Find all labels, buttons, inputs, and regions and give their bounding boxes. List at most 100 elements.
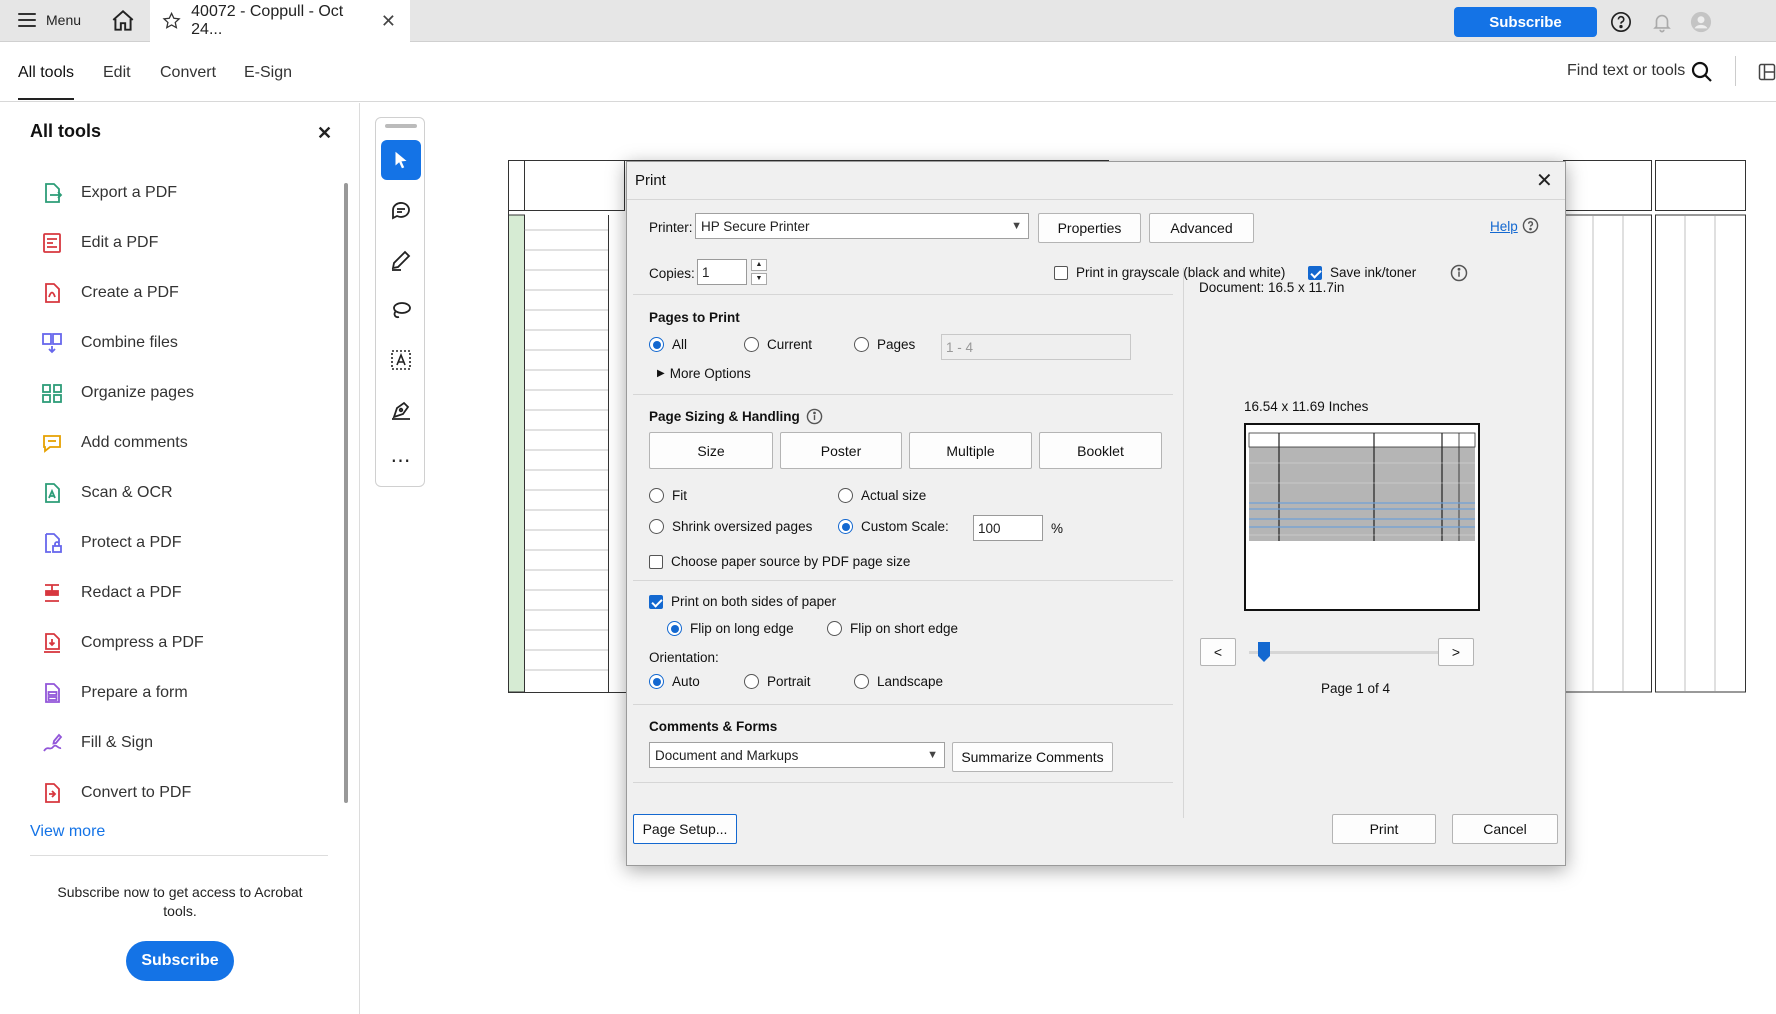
view-more-link[interactable]: View more: [30, 823, 105, 841]
pages-range-input[interactable]: 1 - 4: [941, 334, 1131, 360]
flip-short-radio[interactable]: [827, 621, 842, 636]
both-sides-checkbox[interactable]: [649, 594, 663, 609]
help-circle-icon[interactable]: [1522, 217, 1539, 234]
panel-layout-icon[interactable]: [1757, 62, 1776, 82]
multiple-tab-button[interactable]: Multiple: [909, 432, 1032, 469]
paper-source-option[interactable]: Choose paper source by PDF page size: [649, 554, 910, 569]
copies-down-icon[interactable]: ▼: [751, 273, 767, 285]
size-tab-button[interactable]: Size: [649, 432, 773, 469]
star-icon[interactable]: [162, 11, 181, 31]
advanced-button[interactable]: Advanced: [1149, 213, 1254, 243]
close-dialog-icon[interactable]: ✕: [1536, 168, 1553, 193]
actual-size-radio[interactable]: [838, 488, 853, 503]
help-link[interactable]: Help: [1490, 219, 1518, 234]
more-options-toggle[interactable]: ▶ More Options: [657, 366, 751, 381]
copies-stepper[interactable]: ▲ ▼: [751, 259, 767, 285]
preview-next-button[interactable]: >: [1438, 638, 1474, 666]
highlight-tool-button[interactable]: [381, 240, 421, 280]
tool-redact-pdf[interactable]: Redact a PDF: [40, 581, 181, 605]
copies-label: Copies:: [649, 266, 695, 281]
copies-input[interactable]: 1: [697, 259, 747, 285]
select-tool-button[interactable]: [381, 140, 421, 180]
tab-all-tools[interactable]: All tools: [18, 64, 75, 100]
actual-size-option[interactable]: Actual size: [838, 488, 926, 503]
tool-edit-pdf[interactable]: Edit a PDF: [40, 231, 158, 255]
tool-compress-pdf[interactable]: Compress a PDF: [40, 631, 204, 655]
custom-scale-input[interactable]: 100: [973, 515, 1043, 541]
custom-scale-radio[interactable]: [838, 519, 853, 534]
grayscale-checkbox[interactable]: [1054, 265, 1068, 280]
fit-option[interactable]: Fit: [649, 488, 687, 503]
panel-scrollbar[interactable]: [344, 183, 348, 803]
orientation-landscape-option[interactable]: Landscape: [854, 674, 943, 689]
flip-long-option[interactable]: Flip on long edge: [667, 621, 794, 636]
flip-long-radio[interactable]: [667, 621, 682, 636]
tool-create-pdf[interactable]: Create a PDF: [40, 281, 179, 305]
menu-button[interactable]: Menu: [18, 12, 81, 28]
home-icon[interactable]: [110, 8, 136, 34]
tool-add-comments[interactable]: Add comments: [40, 431, 188, 455]
printer-select[interactable]: HP Secure Printer ▼: [695, 213, 1029, 239]
preview-prev-button[interactable]: <: [1200, 638, 1236, 666]
comment-tool-button[interactable]: [381, 190, 421, 230]
tool-scan-ocr[interactable]: Scan & OCR: [40, 481, 173, 505]
properties-button[interactable]: Properties: [1038, 213, 1141, 243]
tool-organize-pages[interactable]: Organize pages: [40, 381, 194, 405]
both-sides-option[interactable]: Print on both sides of paper: [649, 594, 836, 609]
document-tab[interactable]: 40072 - Coppull - Oct 24... ✕: [150, 0, 410, 42]
panel-subscribe-button[interactable]: Subscribe: [126, 941, 234, 981]
tool-protect-pdf[interactable]: Protect a PDF: [40, 531, 181, 555]
pages-range-radio[interactable]: [854, 337, 869, 352]
close-tab-icon[interactable]: ✕: [381, 11, 396, 32]
pages-current-option[interactable]: Current: [744, 337, 812, 352]
pages-all-option[interactable]: All: [649, 337, 687, 352]
page-slider-thumb[interactable]: [1257, 641, 1271, 663]
page-slider-track[interactable]: [1249, 651, 1439, 654]
find-text-label[interactable]: Find text or tools: [1567, 62, 1685, 80]
tab-convert[interactable]: Convert: [160, 64, 216, 82]
more-tools-icon[interactable]: ⋯: [381, 440, 421, 480]
copies-up-icon[interactable]: ▲: [751, 259, 767, 271]
cancel-button[interactable]: Cancel: [1452, 814, 1558, 844]
notification-bell-icon[interactable]: [1651, 11, 1673, 33]
tool-export-pdf[interactable]: Export a PDF: [40, 181, 177, 205]
tab-e-sign[interactable]: E-Sign: [244, 64, 292, 82]
sizing-info-icon[interactable]: [806, 408, 823, 425]
tool-prepare-form[interactable]: Prepare a form: [40, 681, 188, 705]
paper-size-label: 16.54 x 11.69 Inches: [1244, 399, 1369, 414]
shrink-option[interactable]: Shrink oversized pages: [649, 519, 812, 534]
tool-combine-files[interactable]: Combine files: [40, 331, 178, 355]
pages-all-radio[interactable]: [649, 337, 664, 352]
tab-edit[interactable]: Edit: [103, 64, 131, 82]
poster-tab-button[interactable]: Poster: [780, 432, 902, 469]
orientation-portrait-option[interactable]: Portrait: [744, 674, 811, 689]
page-setup-button[interactable]: Page Setup...: [633, 814, 737, 844]
summarize-comments-button[interactable]: Summarize Comments: [952, 742, 1113, 772]
comments-select[interactable]: Document and Markups ▼: [649, 742, 945, 768]
tool-convert-to-pdf[interactable]: Convert to PDF: [40, 781, 191, 805]
orientation-auto-option[interactable]: Auto: [649, 674, 700, 689]
orientation-auto-radio[interactable]: [649, 674, 664, 689]
pages-current-radio[interactable]: [744, 337, 759, 352]
booklet-tab-button[interactable]: Booklet: [1039, 432, 1162, 469]
orientation-landscape-radio[interactable]: [854, 674, 869, 689]
tool-fill-sign[interactable]: Fill & Sign: [40, 731, 153, 755]
sign-tool-button[interactable]: [381, 390, 421, 430]
avatar-icon[interactable]: [1690, 11, 1712, 33]
fit-radio[interactable]: [649, 488, 664, 503]
rail-grip[interactable]: [385, 124, 417, 128]
close-panel-icon[interactable]: ✕: [317, 123, 332, 144]
text-tool-button[interactable]: [381, 340, 421, 380]
pages-range-option[interactable]: Pages: [854, 337, 915, 352]
draw-tool-button[interactable]: [381, 290, 421, 330]
flip-short-option[interactable]: Flip on short edge: [827, 621, 958, 636]
shrink-radio[interactable]: [649, 519, 664, 534]
orientation-portrait-radio[interactable]: [744, 674, 759, 689]
paper-source-checkbox[interactable]: [649, 554, 663, 569]
search-icon[interactable]: [1690, 60, 1714, 84]
print-button[interactable]: Print: [1332, 814, 1436, 844]
custom-scale-option[interactable]: Custom Scale:: [838, 519, 949, 534]
subscribe-button[interactable]: Subscribe: [1454, 7, 1597, 37]
comment-icon: [392, 202, 410, 220]
help-icon[interactable]: [1610, 11, 1632, 33]
